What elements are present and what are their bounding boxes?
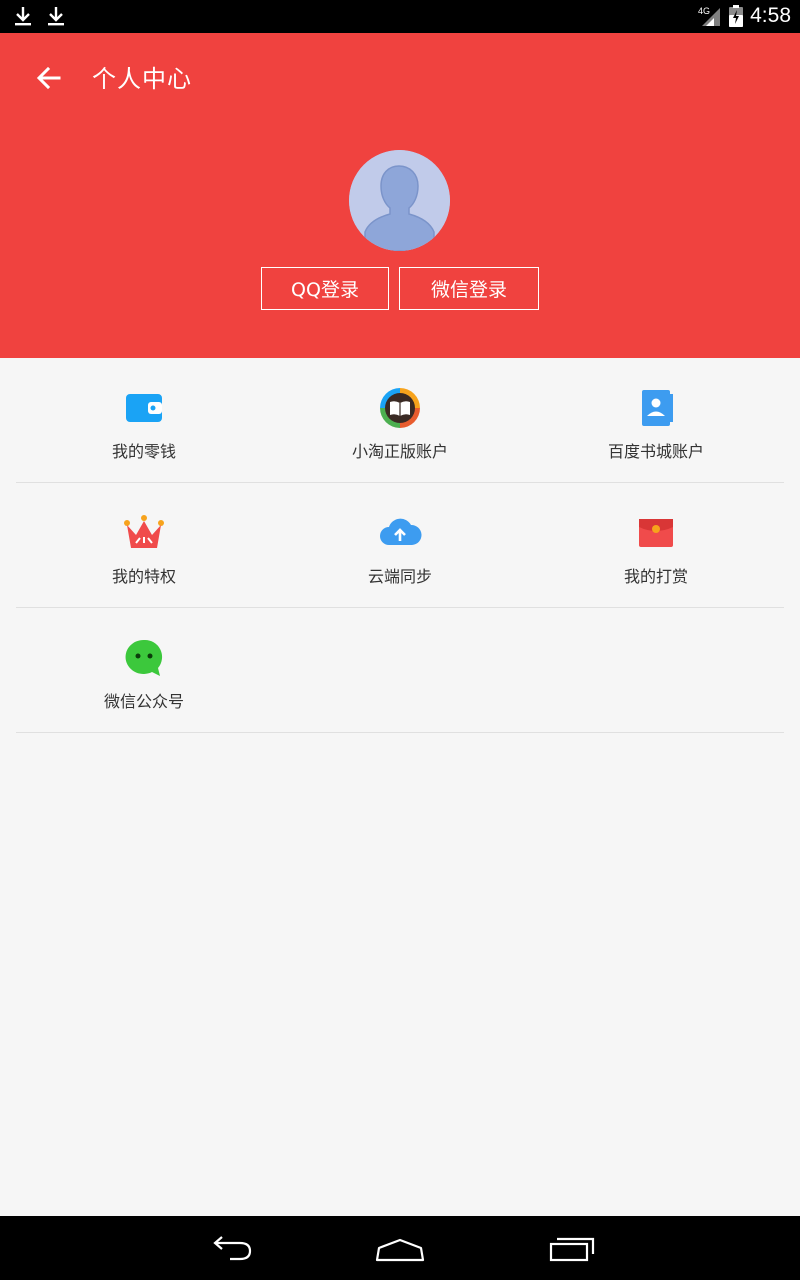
- cloud-upload-icon: [380, 518, 422, 545]
- menu-item-label: 小淘正版账户: [351, 442, 448, 461]
- default-avatar-icon: [349, 150, 450, 251]
- menu-item-label: 微信公众号: [103, 692, 184, 711]
- back-nav-icon[interactable]: [206, 1230, 254, 1266]
- book-ring-icon: [380, 388, 420, 428]
- menu-item-privilege[interactable]: 我的特权: [16, 483, 272, 607]
- menu-item-xiaotao-account[interactable]: 小淘正版账户: [272, 358, 528, 482]
- red-envelope-icon: [639, 519, 673, 547]
- menu-item-wallet[interactable]: 我的零钱: [16, 358, 272, 482]
- wallet-icon: [126, 394, 162, 422]
- arrow-left-icon[interactable]: [32, 61, 66, 95]
- avatar[interactable]: [349, 150, 450, 251]
- menu-row: 我的零钱 小淘正版账户 百度书城账户: [16, 358, 784, 483]
- menu-item-label: 我的特权: [111, 567, 176, 586]
- menu-item-label: 百度书城账户: [607, 442, 704, 461]
- menu-item-wechat-official[interactable]: 微信公众号: [16, 608, 272, 732]
- crown-icon: [124, 515, 164, 548]
- menu-item-label: 我的打赏: [623, 567, 688, 586]
- menu-row: 我的特权 云端同步 我的打赏: [16, 483, 784, 608]
- menu-item-label: 云端同步: [367, 567, 432, 586]
- status-time: 4:58: [750, 4, 791, 27]
- recents-nav-icon[interactable]: [548, 1230, 596, 1266]
- wechat-login-button[interactable]: 微信登录: [399, 267, 539, 310]
- network-type-text: 4G: [698, 6, 710, 16]
- menu-grid: 我的零钱 小淘正版账户 百度书城账户 我的特权 云端同步 我的打赏 微信公众号: [16, 358, 784, 733]
- home-nav-icon[interactable]: [374, 1230, 426, 1266]
- menu-item-cloud-sync[interactable]: 云端同步: [272, 483, 528, 607]
- menu-item-rewards[interactable]: 我的打赏: [528, 483, 784, 607]
- download-icon: [15, 7, 31, 26]
- signal-icon: 4G: [698, 6, 720, 26]
- profile-header: 个人中心 QQ登录 微信登录: [0, 33, 800, 358]
- menu-item-baidu-account[interactable]: 百度书城账户: [528, 358, 784, 482]
- menu-item-label: 我的零钱: [111, 442, 176, 461]
- qq-login-button[interactable]: QQ登录: [261, 267, 389, 310]
- download-icon: [48, 7, 64, 26]
- page-title: 个人中心: [92, 65, 192, 93]
- menu-row: 微信公众号: [16, 608, 784, 733]
- battery-icon: [729, 5, 743, 27]
- status-bar: 4G 4:58: [0, 0, 800, 33]
- contact-book-icon: [642, 390, 673, 426]
- wechat-icon: [125, 639, 163, 676]
- system-nav-bar: [0, 1216, 800, 1280]
